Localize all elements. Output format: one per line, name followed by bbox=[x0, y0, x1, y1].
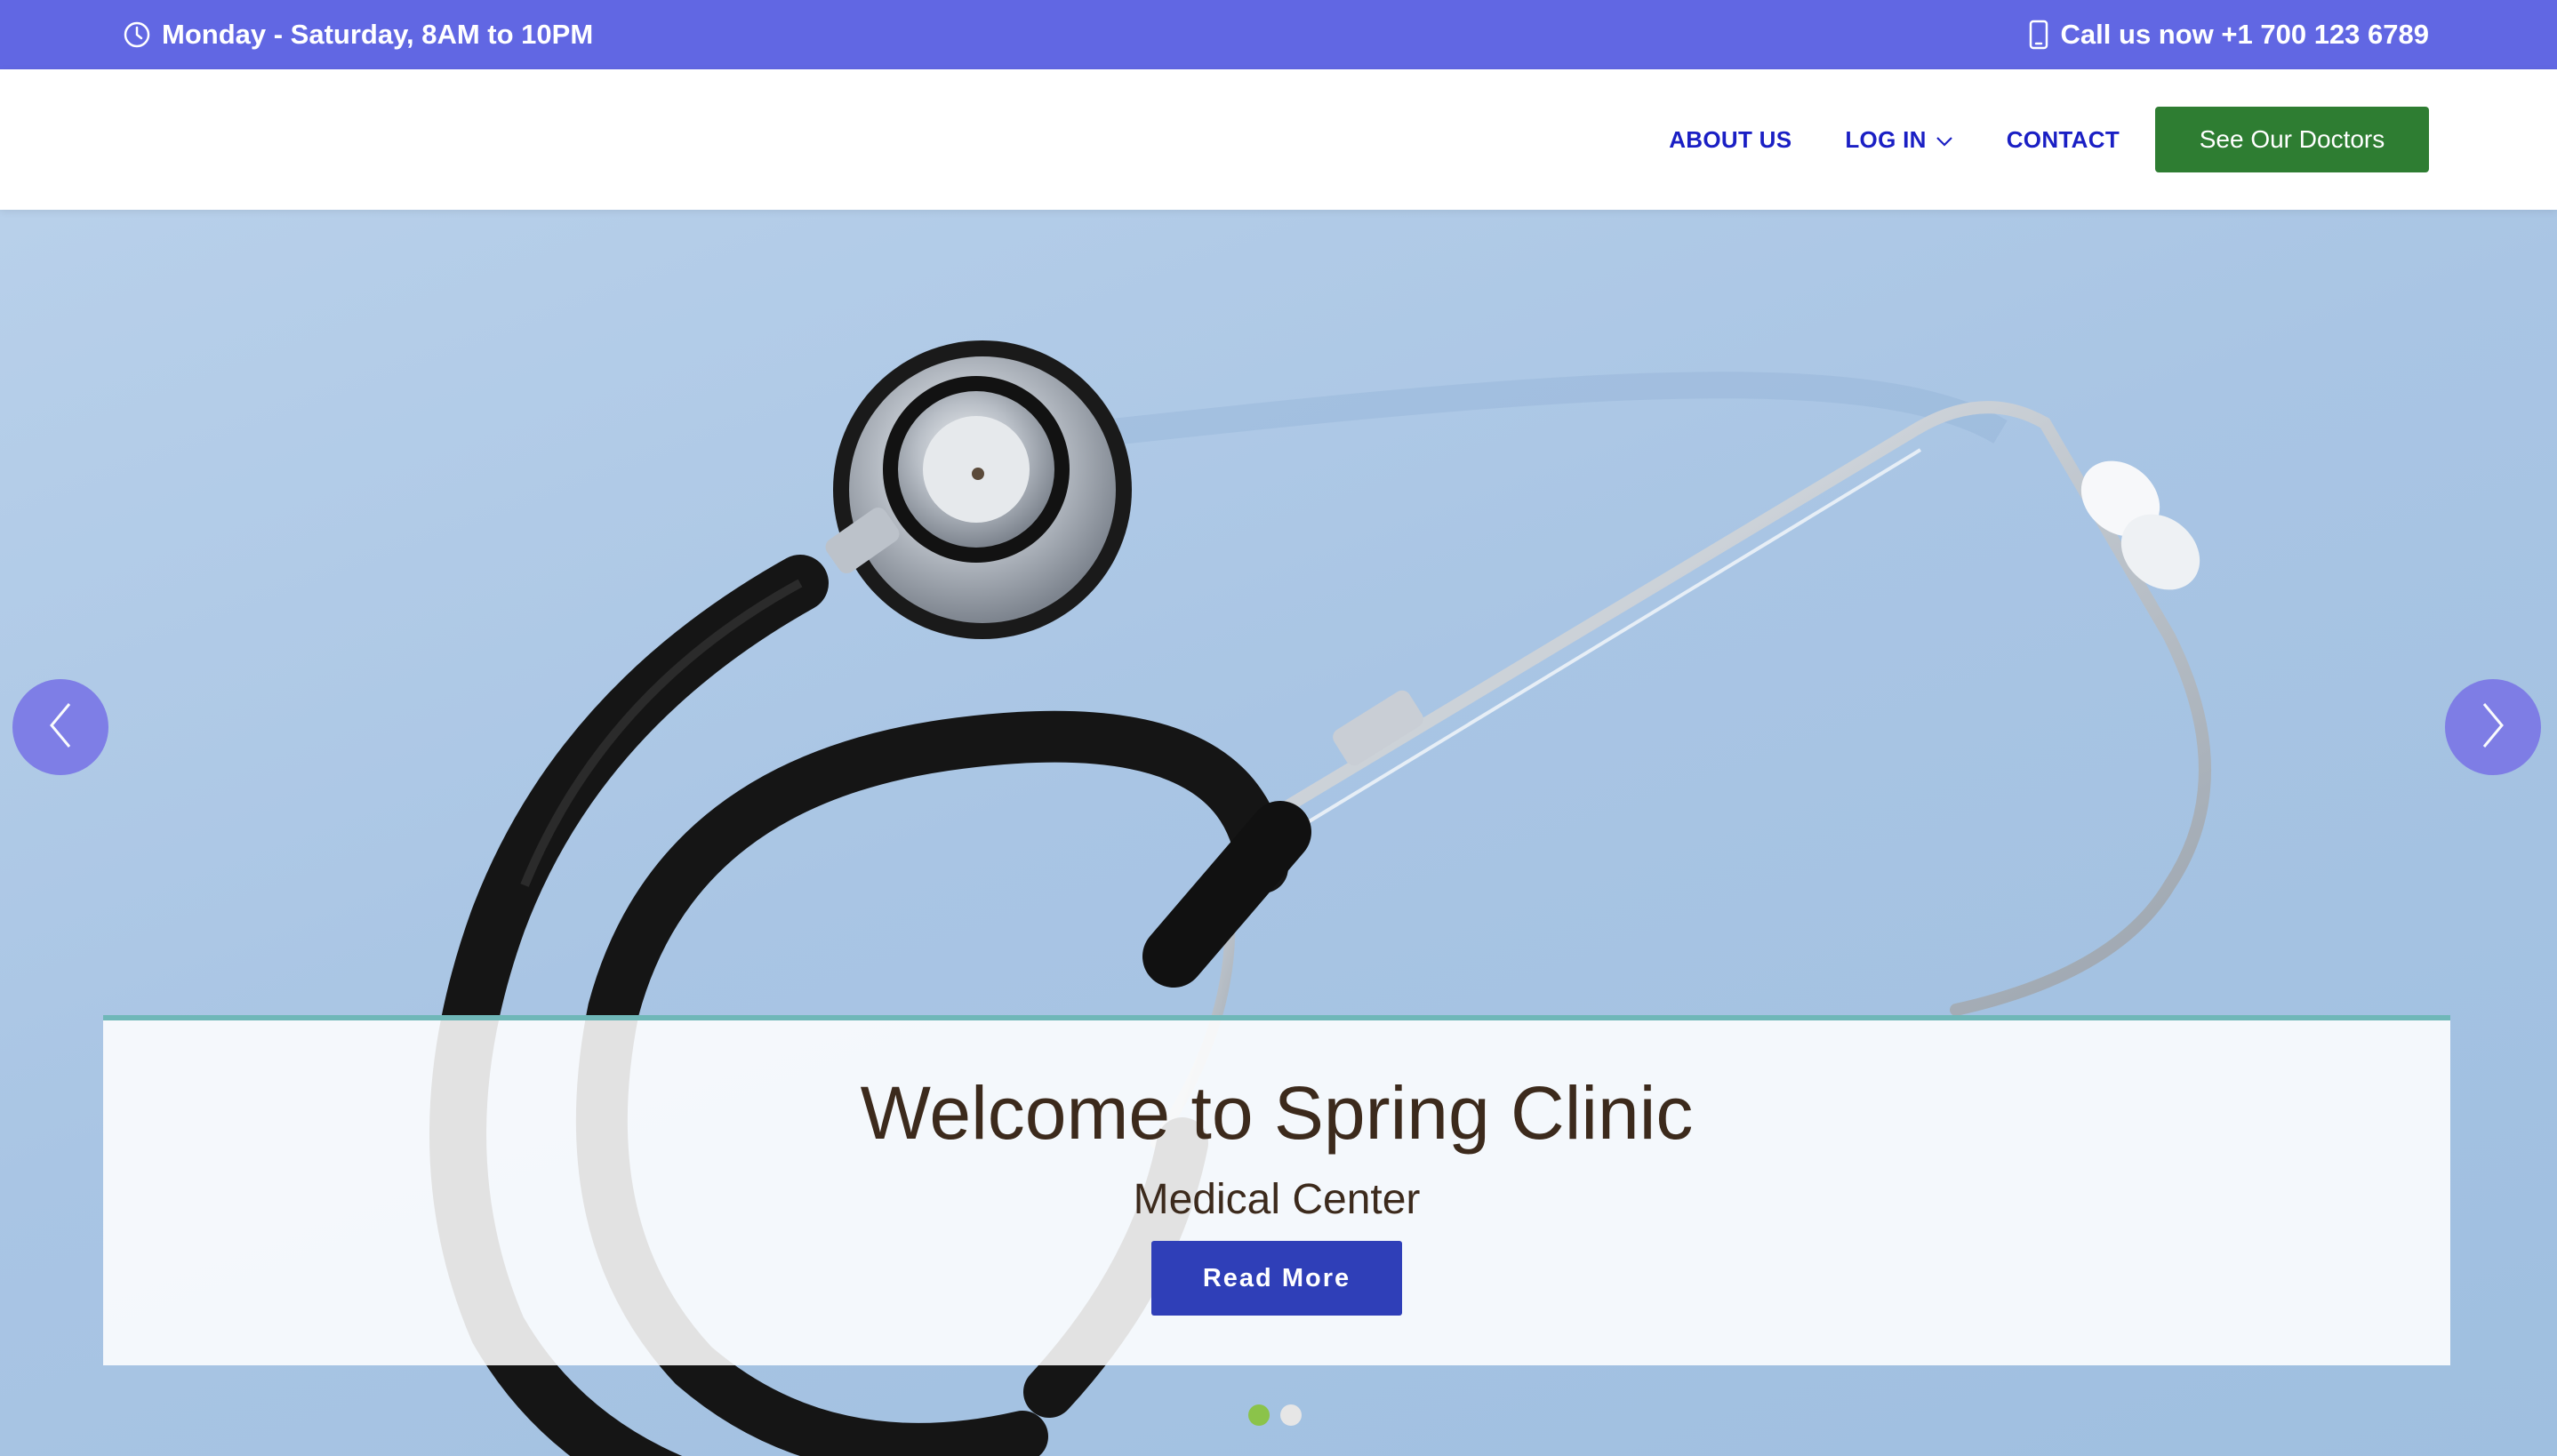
chevron-right-icon bbox=[2475, 699, 2511, 756]
nav-log-in-dropdown[interactable]: LOG IN bbox=[1845, 126, 1952, 154]
slider-dot-2[interactable] bbox=[1280, 1404, 1302, 1426]
nav-menu: ABOUT US LOG IN CONTACT bbox=[1669, 69, 2120, 210]
hero-subtitle: Medical Center bbox=[1133, 1176, 1421, 1223]
hero-caption-box: Welcome to Spring Clinic Medical Center … bbox=[103, 1015, 2450, 1365]
read-more-button[interactable]: Read More bbox=[1151, 1241, 1402, 1316]
nav-about-us[interactable]: ABOUT US bbox=[1669, 126, 1792, 154]
phone-contact[interactable]: Call us now +1 700 123 6789 bbox=[2029, 0, 2429, 69]
opening-hours-text: Monday - Saturday, 8AM to 10PM bbox=[162, 19, 594, 50]
slider-pagination bbox=[1248, 1404, 1302, 1426]
top-bar: Monday - Saturday, 8AM to 10PM Call us n… bbox=[0, 0, 2557, 69]
clock-icon bbox=[123, 20, 151, 49]
slider-prev-button[interactable] bbox=[12, 679, 108, 775]
phone-text[interactable]: Call us now +1 700 123 6789 bbox=[2061, 19, 2429, 51]
nav-contact[interactable]: CONTACT bbox=[2007, 126, 2120, 154]
nav-contact-label: CONTACT bbox=[2006, 125, 2120, 153]
chevron-left-icon bbox=[43, 699, 78, 756]
opening-hours: Monday - Saturday, 8AM to 10PM bbox=[123, 0, 593, 69]
hero-slider: Welcome to Spring Clinic Medical Center … bbox=[0, 210, 2557, 1456]
slider-dot-1[interactable] bbox=[1248, 1404, 1270, 1426]
see-our-doctors-button[interactable]: See Our Doctors bbox=[2155, 107, 2429, 172]
nav-log-in-label: LOG IN bbox=[1845, 125, 1927, 153]
main-navbar: ABOUT US LOG IN CONTACT See Our Doctors bbox=[0, 69, 2557, 210]
mobile-phone-icon bbox=[2029, 20, 2048, 50]
chevron-down-icon bbox=[1936, 126, 1953, 154]
slider-next-button[interactable] bbox=[2445, 679, 2541, 775]
hero-title: Welcome to Spring Clinic bbox=[860, 1071, 1694, 1155]
nav-about-us-label: ABOUT US bbox=[1669, 125, 1792, 153]
